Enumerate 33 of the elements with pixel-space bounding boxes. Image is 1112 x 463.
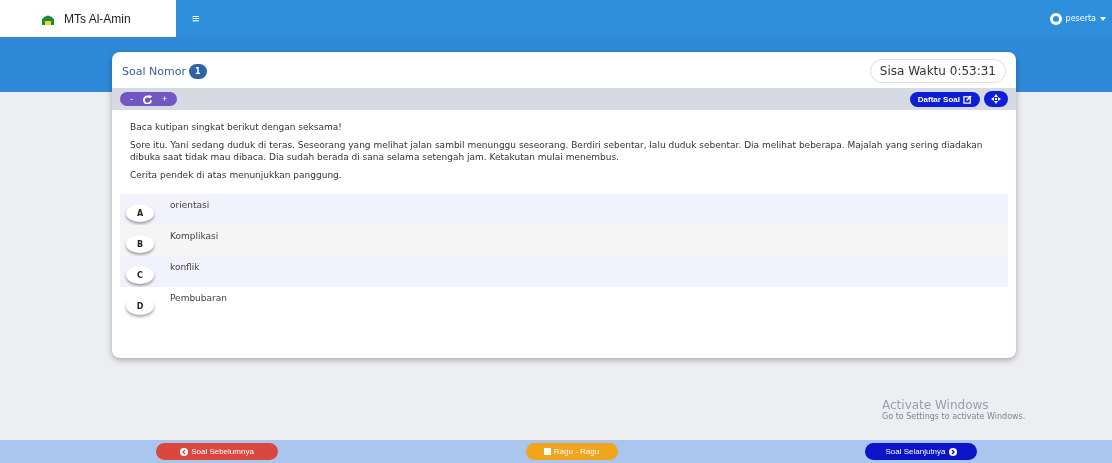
question-list-button[interactable]: Daftar Soal [909, 91, 980, 107]
next-question-button[interactable]: Soal Selanjutnya [865, 443, 977, 460]
option-letter-button[interactable]: C [126, 266, 154, 284]
caret-icon[interactable] [1100, 16, 1106, 21]
edit-icon [963, 94, 972, 104]
activation-subtitle: Go to Settings to activate Windows. [882, 412, 1026, 421]
option-letter-button[interactable]: D [126, 297, 154, 315]
previous-question-button[interactable]: Soal Sebelumnya [156, 443, 278, 460]
answer-option[interactable]: B Komplikasi [120, 225, 1008, 256]
user-avatar-icon [1049, 12, 1062, 25]
chevron-right-icon [948, 447, 957, 456]
answer-option[interactable]: A orientasi [120, 194, 1008, 225]
chevron-left-icon [180, 447, 189, 456]
option-text: Pembubaran [170, 293, 227, 303]
answer-option[interactable]: C konflik [120, 256, 1008, 287]
font-increase-button[interactable]: + [162, 94, 168, 104]
font-decrease-button[interactable]: - [130, 94, 133, 104]
option-text: konflik [170, 262, 200, 272]
move-arrows-icon [991, 94, 1001, 104]
refresh-icon[interactable] [143, 94, 152, 104]
question-number-badge: 1 [188, 63, 207, 79]
square-icon [543, 448, 551, 455]
move-button[interactable] [984, 91, 1008, 107]
option-letter-button[interactable]: B [126, 235, 154, 253]
question-text: Baca kutipan singkat berikut dengan seksama! [130, 122, 343, 134]
option-text: orientasi [170, 200, 210, 210]
option-text: Komplikasi [170, 231, 219, 241]
question-text: Cerita pendek di atas menunjukkan panggung. [130, 169, 343, 181]
activation-title: Activate Windows [882, 398, 990, 412]
brand-name[interactable]: MTs Al-Amin [64, 11, 131, 26]
question-number-label: Soal Nomor [122, 64, 186, 78]
question-text: Sore itu. Yani sedang duduk di teras. Seseorang yang melihat jalan sambil menunggu seseorang. Berdiri sebentar, lalu duduk sebentar. Dia melihat beberapa. Majalah yang sering diadakan dibuka saat tidak mau dibaca. Dia sudah berada di sana selama setengah jam. Ketakutan mulai menembus. [130, 140, 984, 163]
option-letter-button[interactable]: A [126, 204, 154, 222]
